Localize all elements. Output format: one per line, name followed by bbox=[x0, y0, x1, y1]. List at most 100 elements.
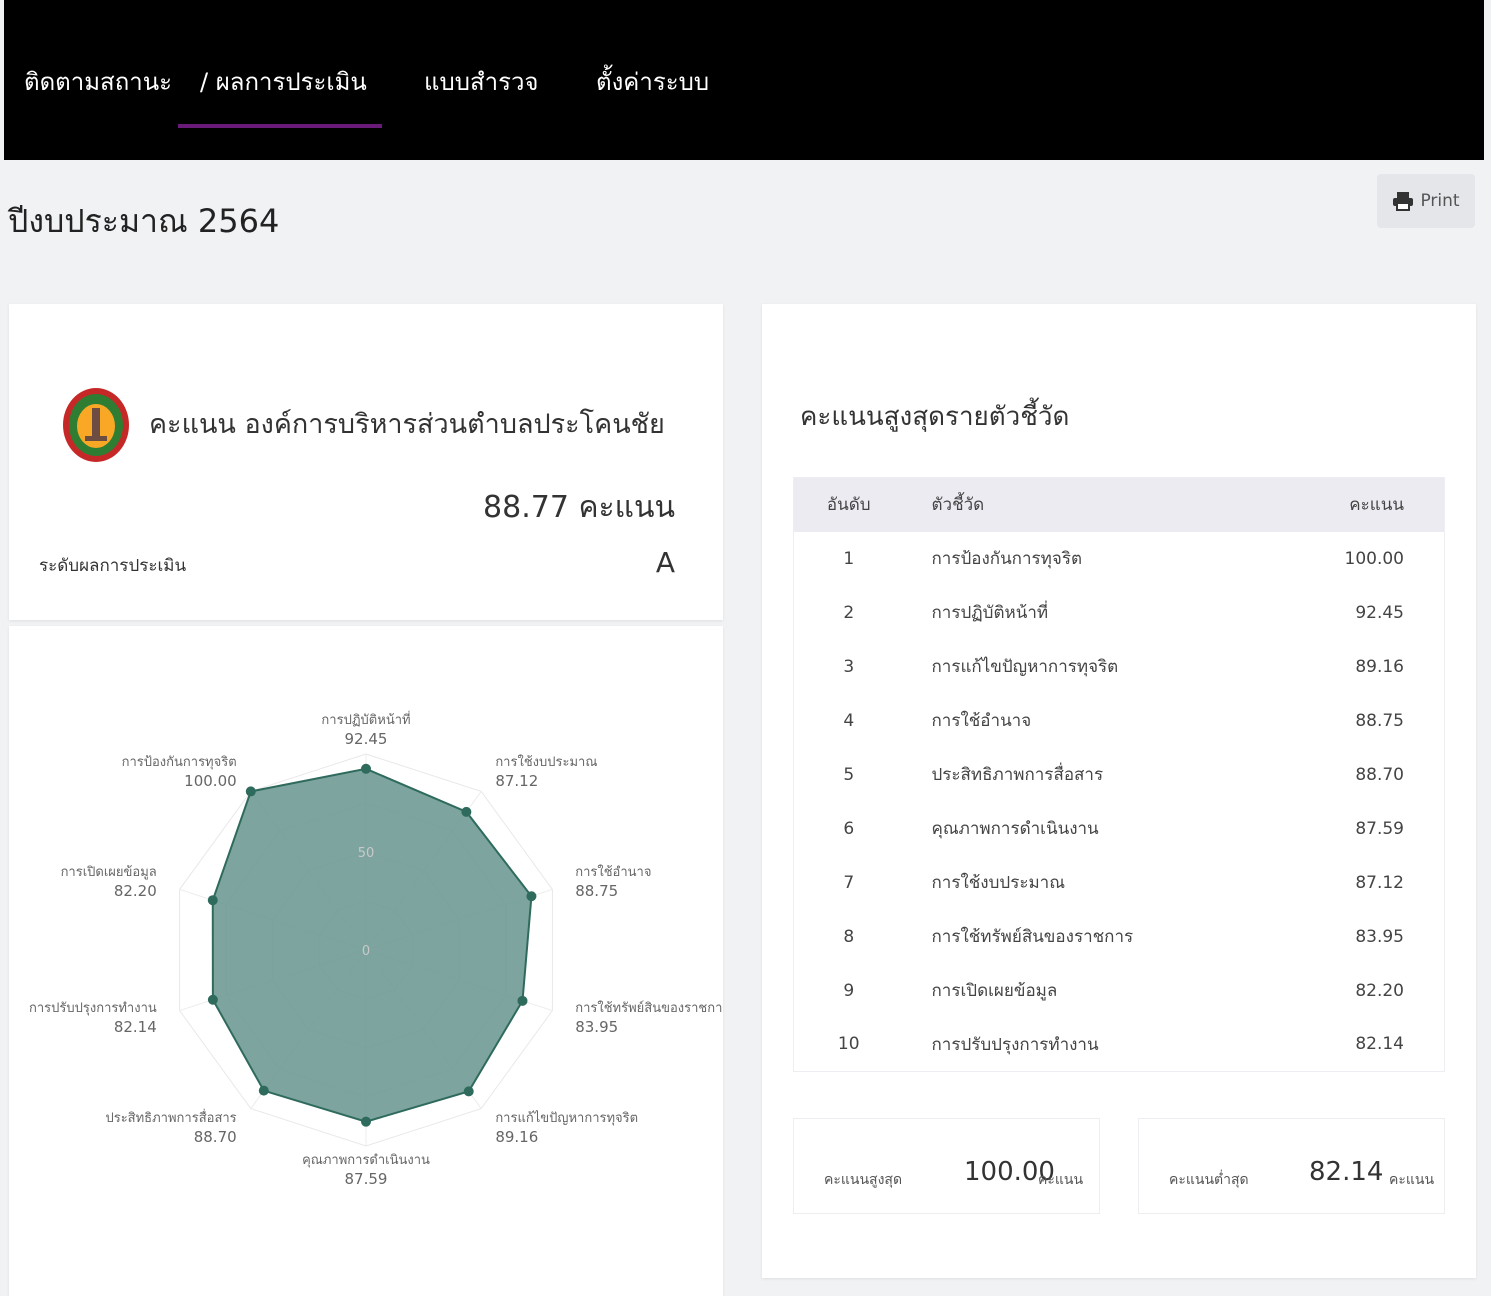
radar-axis-label: การป้องกันการทุจริต bbox=[122, 755, 237, 770]
radar-value-label: 87.12 bbox=[495, 772, 538, 790]
table-row: 2 การปฏิบัติหน้าที่ 92.45 bbox=[794, 586, 1445, 640]
active-tab-indicator bbox=[178, 124, 382, 128]
score-cell: 92.45 bbox=[1355, 602, 1404, 623]
table-row: 7 การใช้งบประมาณ 87.12 bbox=[794, 856, 1445, 910]
radar-tick-label: 50 bbox=[358, 846, 375, 861]
radar-point bbox=[245, 786, 256, 797]
max-score-box: คะแนนสูงสุด 100.00 คะแนน bbox=[793, 1118, 1100, 1214]
score-cell: 82.14 bbox=[1355, 1034, 1404, 1055]
table-row: 3 การแก้ไขปัญหาการทุจริต 89.16 bbox=[794, 640, 1445, 694]
radar-axis-label: การเปิดเผยข้อมูล bbox=[61, 865, 157, 880]
score-cell: 82.20 bbox=[1355, 980, 1404, 1001]
indicator-cell: การปรับปรุงการทำงาน bbox=[931, 1034, 1099, 1055]
indicator-cell: คุณภาพการดำเนินงาน bbox=[931, 819, 1099, 839]
nav-tab-status[interactable]: ติดตามสถานะ bbox=[24, 62, 172, 101]
score-cell: 87.12 bbox=[1355, 872, 1404, 893]
indicator-cell: การปฏิบัติหน้าที่ bbox=[931, 603, 1049, 623]
rank-cell: 6 bbox=[843, 818, 855, 839]
radar-point bbox=[463, 1086, 474, 1097]
radar-series-area bbox=[211, 767, 533, 1123]
rank-cell: 3 bbox=[843, 656, 855, 677]
table-row: 9 การเปิดเผยข้อมูล 82.20 bbox=[794, 964, 1445, 1018]
indicator-cell: การป้องกันการทุจริต bbox=[931, 549, 1083, 569]
level-grade: A bbox=[655, 546, 675, 579]
page-title: ปีงบประมาณ 2564 bbox=[8, 202, 280, 240]
score-cell: 88.75 bbox=[1355, 710, 1404, 731]
table-row: 10 การปรับปรุงการทำงาน 82.14 bbox=[794, 1018, 1445, 1072]
rank-cell: 9 bbox=[843, 980, 855, 1001]
print-button[interactable]: Print bbox=[1377, 174, 1475, 228]
radar-axis-label: การใช้อำนาจ bbox=[575, 864, 651, 880]
radar-axis-label: การใช้งบประมาณ bbox=[495, 754, 597, 770]
score-cell: 89.16 bbox=[1355, 656, 1404, 677]
ranking-table: อันดับ ตัวชี้วัด คะแนน 1 การป้องกันการทุจ… bbox=[793, 477, 1445, 1072]
organization-logo bbox=[63, 388, 129, 462]
rank-cell: 4 bbox=[843, 710, 855, 731]
indicator-cell: การใช้อำนาจ bbox=[931, 711, 1032, 731]
radar-value-label: 87.59 bbox=[345, 1170, 388, 1188]
total-score: 88.77 คะแนน bbox=[483, 490, 675, 525]
max-score-label: คะแนนสูงสุด bbox=[824, 1172, 903, 1188]
table-row: 5 ประสิทธิภาพการสื่อสาร 88.70 bbox=[794, 748, 1445, 802]
radar-point bbox=[361, 1116, 371, 1127]
radar-value-label: 82.14 bbox=[114, 1018, 157, 1036]
radar-chart: การปฏิบัติหน้าที่ 92.45 การใช้งบประมาณ 87.1… bbox=[29, 711, 723, 1188]
radar-value-label: 100.00 bbox=[184, 772, 237, 790]
table-row: 4 การใช้อำนาจ 88.75 bbox=[794, 694, 1445, 748]
rank-cell: 2 bbox=[843, 602, 855, 623]
table-row: 6 คุณภาพการดำเนินงาน 87.59 bbox=[794, 802, 1445, 856]
header-rank: อันดับ bbox=[793, 477, 904, 532]
radar-value-label: 89.16 bbox=[495, 1128, 538, 1146]
min-score-label: คะแนนต่ำสุด bbox=[1169, 1172, 1249, 1188]
radar-axis-label: คุณภาพการดำเนินงาน bbox=[302, 1153, 430, 1168]
radar-point bbox=[526, 891, 537, 902]
organization-score-title: คะแนน องค์การบริหารส่วนตำบลประโคนชัย bbox=[149, 409, 665, 440]
header-score: คะแนน bbox=[1324, 477, 1445, 532]
radar-tick-label: 0 bbox=[362, 944, 370, 959]
nav-tab-survey[interactable]: แบบสำรวจ bbox=[424, 62, 539, 101]
indicator-cell: การแก้ไขปัญหาการทุจริต bbox=[931, 657, 1119, 677]
radar-point bbox=[517, 995, 528, 1006]
radar-value-label: 88.70 bbox=[194, 1128, 237, 1146]
radar-axis-label: การใช้ทรัพย์สินของราชการ bbox=[575, 1000, 723, 1016]
indicator-cell: การใช้งบประมาณ bbox=[931, 873, 1065, 893]
radar-axis-label: การปฏิบัติหน้าที่ bbox=[321, 711, 410, 728]
indicator-cell: ประสิทธิภาพการสื่อสาร bbox=[931, 765, 1104, 785]
radar-axis-label: การปรับปรุงการทำงาน bbox=[29, 1001, 157, 1016]
printer-icon bbox=[1393, 192, 1414, 211]
min-score-unit: คะแนน bbox=[1389, 1172, 1435, 1188]
radar-point bbox=[258, 1085, 269, 1096]
radar-value-label: 92.45 bbox=[345, 730, 388, 748]
radar-point bbox=[207, 895, 218, 906]
ranking-card: คะแนนสูงสุดรายตัวชี้วัด อันดับ ตัวชี้วัด… bbox=[762, 304, 1476, 1278]
rank-cell: 1 bbox=[843, 548, 855, 569]
score-cell: 100.00 bbox=[1344, 548, 1404, 569]
radar-axis-label: การแก้ไขปัญหาการทุจริต bbox=[495, 1110, 638, 1126]
rank-cell: 5 bbox=[843, 764, 855, 785]
rank-cell: 7 bbox=[843, 872, 855, 893]
table-row: 1 การป้องกันการทุจริต 100.00 bbox=[794, 532, 1445, 586]
score-cell: 83.95 bbox=[1355, 926, 1404, 947]
radar-value-label: 88.75 bbox=[575, 882, 618, 900]
indicator-cell: การใช้ทรัพย์สินของราชการ bbox=[931, 927, 1134, 947]
min-score-value: 82.14 bbox=[1309, 1157, 1384, 1187]
radar-value-label: 82.20 bbox=[114, 882, 157, 900]
header-indicator: ตัวชี้วัด bbox=[903, 477, 1325, 532]
ranking-title: คะแนนสูงสุดรายตัวชี้วัด bbox=[800, 402, 1070, 432]
level-label: ระดับผลการประเมิน bbox=[39, 556, 187, 576]
nav-tab-results[interactable]: / ผลการประเมิน bbox=[200, 62, 367, 101]
radar-point bbox=[207, 994, 218, 1005]
radar-value-label: 83.95 bbox=[575, 1018, 618, 1036]
radar-axis-label: ประสิทธิภาพการสื่อสาร bbox=[105, 1109, 236, 1126]
indicator-cell: การเปิดเผยข้อมูล bbox=[931, 981, 1058, 1001]
radar-point bbox=[361, 763, 371, 774]
top-navbar: ติดตามสถานะ / ผลการประเมิน แบบสำรวจ ตั้ง… bbox=[4, 0, 1484, 160]
nav-tab-settings[interactable]: ตั้งค่าระบบ bbox=[596, 62, 709, 101]
rank-cell: 10 bbox=[837, 1034, 860, 1055]
min-score-box: คะแนนต่ำสุด 82.14 คะแนน bbox=[1138, 1118, 1445, 1214]
radar-chart-card: การปฏิบัติหน้าที่ 92.45 การใช้งบประมาณ 87.1… bbox=[9, 626, 723, 1296]
score-cell: 88.70 bbox=[1355, 764, 1404, 785]
overall-score-card: คะแนน องค์การบริหารส่วนตำบลประโคนชัย 88.… bbox=[9, 304, 723, 620]
radar-point bbox=[461, 806, 472, 817]
table-header-row: อันดับ ตัวชี้วัด คะแนน bbox=[793, 477, 1445, 532]
